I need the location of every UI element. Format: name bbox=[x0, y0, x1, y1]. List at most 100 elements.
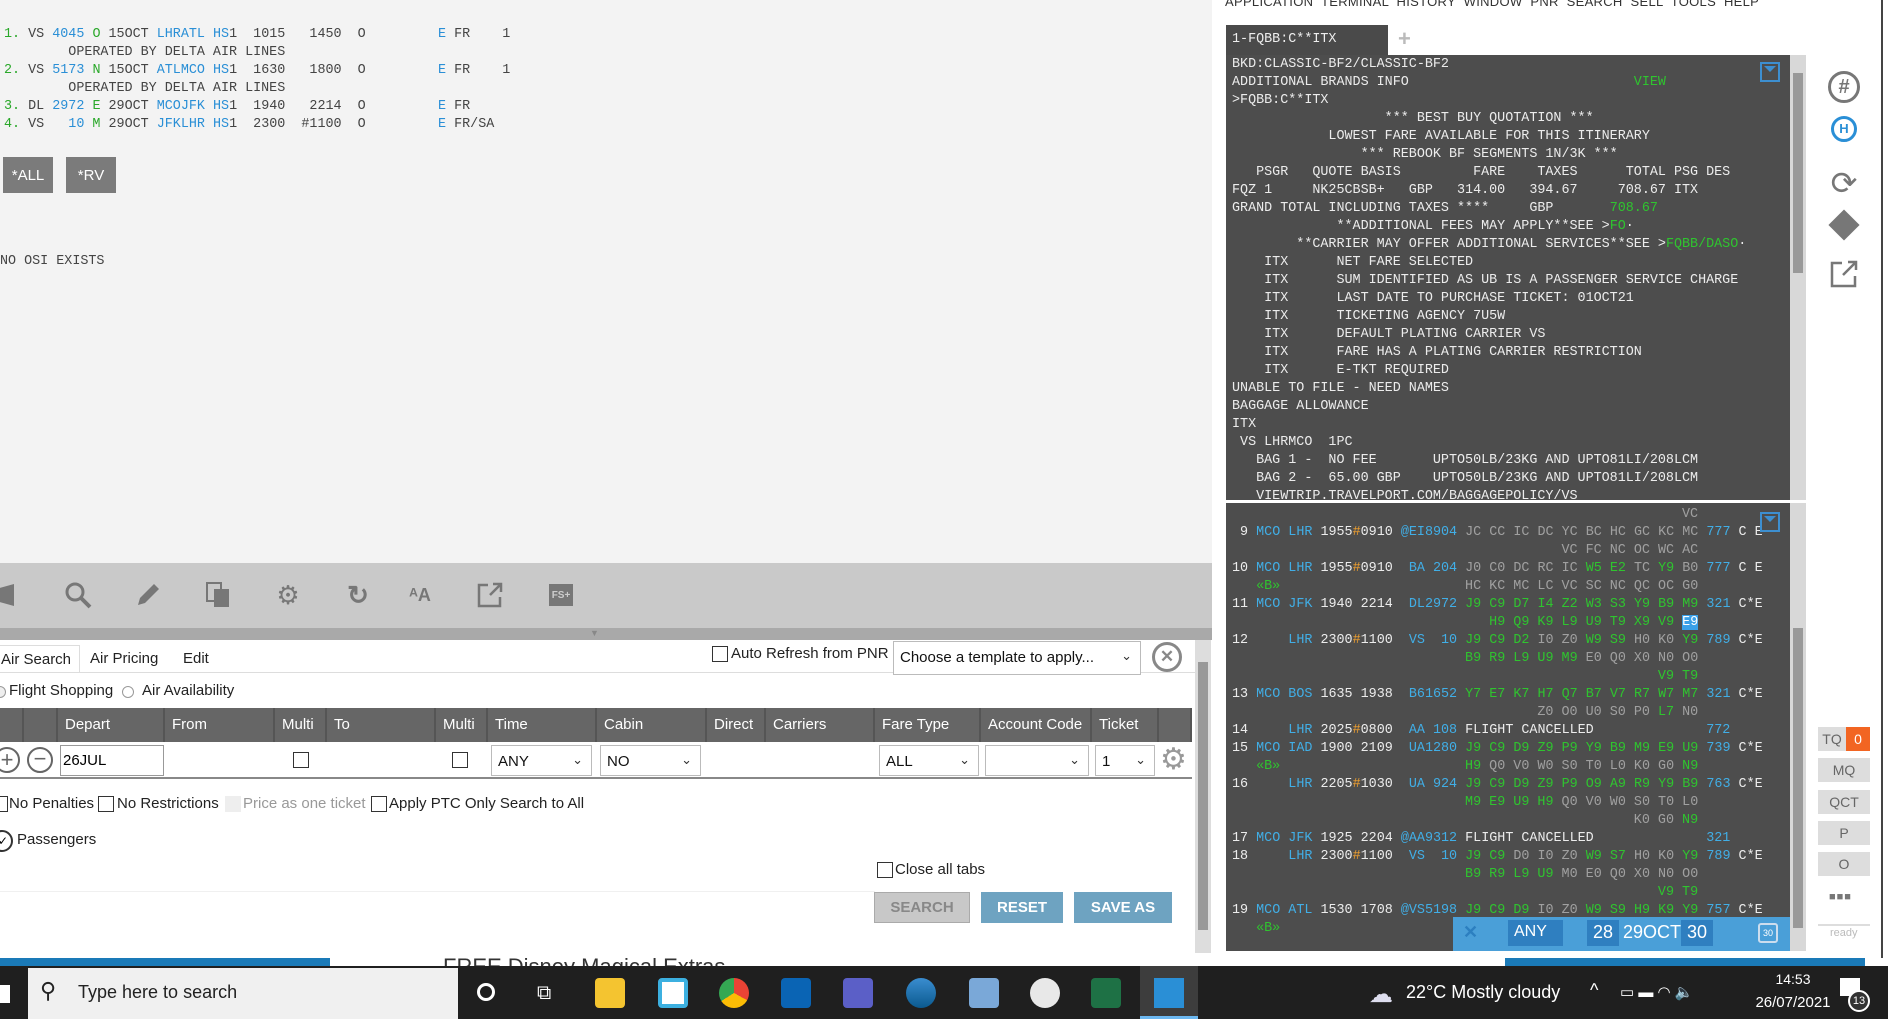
external-link-icon[interactable] bbox=[475, 580, 505, 610]
tab-air-search[interactable]: Air Search bbox=[0, 645, 80, 672]
p-button[interactable]: P bbox=[1818, 821, 1870, 845]
availability-row[interactable]: 14 LHR 2025#0800 AA 108 FLIGHT CANCELLED… bbox=[1232, 722, 1730, 740]
availability-continuation[interactable]: M9 E9 U9 H9 Q0 V0 W0 S0 T0 L0 bbox=[1232, 794, 1698, 812]
weather-text[interactable]: 22°C Mostly cloudy bbox=[1406, 982, 1560, 1003]
file-explorer-icon[interactable] bbox=[595, 978, 625, 1008]
terminal-availability[interactable]: VC 9 MCO LHR 1955#0910 @EI8904 JC CC IC … bbox=[1226, 503, 1790, 951]
from-input[interactable] bbox=[165, 745, 273, 776]
clock-date[interactable]: 26/07/2021 bbox=[1738, 994, 1848, 1011]
chevron-up-icon[interactable]: ^ bbox=[1590, 980, 1598, 1001]
active-app-highlight[interactable] bbox=[1140, 966, 1198, 1019]
availability-row[interactable]: 16 LHR 2205#1030 UA 924 J9 C9 D9 Z9 P9 O… bbox=[1232, 776, 1763, 794]
availability-continuation[interactable]: H9 Q9 K9 L9 U9 T9 X9 V9 E9 bbox=[1232, 614, 1699, 632]
font-size-icon[interactable]: ᴬA bbox=[405, 580, 435, 610]
add-tab-icon[interactable]: + bbox=[1398, 26, 1411, 52]
availability-continuation[interactable]: V9 T9 bbox=[1232, 668, 1698, 686]
menu-bar[interactable]: APPLICATION TERMINAL HISTORY WINDOW PNR … bbox=[1225, 0, 1759, 9]
availability-continuation[interactable]: «B» HC KC MC LC VC SC NC QC OC G0 bbox=[1232, 578, 1698, 596]
no-restrictions-checkbox[interactable] bbox=[98, 796, 114, 812]
external-link-icon[interactable] bbox=[1826, 256, 1862, 292]
availability-row[interactable]: 11 MCO JFK 1940 2214 DL2972 J9 C9 D7 I4 … bbox=[1232, 596, 1763, 614]
travelport-icon[interactable] bbox=[906, 978, 936, 1008]
availability-row[interactable]: 13 MCO BOS 1635 1938 B61652 Y7 E7 K7 H7 … bbox=[1232, 686, 1763, 704]
weather-icon[interactable]: ☁ bbox=[1369, 980, 1393, 1009]
search-icon[interactable] bbox=[63, 580, 93, 610]
close-icon[interactable]: ✕ bbox=[1463, 922, 1478, 943]
carriers-input[interactable] bbox=[766, 745, 874, 776]
close-all-tabs-checkbox[interactable] bbox=[877, 862, 893, 878]
availability-continuation[interactable]: VC FC NC OC WC AC bbox=[1232, 542, 1698, 560]
reset-button[interactable]: RESET bbox=[981, 892, 1063, 923]
prev-date-button[interactable]: 28 bbox=[1587, 920, 1619, 946]
more-icon[interactable]: ■■■ bbox=[1829, 891, 1852, 903]
tab-edit[interactable]: Edit bbox=[183, 645, 209, 672]
copy-icon[interactable] bbox=[203, 580, 233, 610]
outlook-icon[interactable] bbox=[781, 978, 811, 1008]
all-button[interactable]: *ALL bbox=[3, 157, 53, 193]
time-filter-select[interactable]: ANY ⌄ bbox=[1508, 920, 1563, 960]
snipping-icon[interactable] bbox=[1030, 978, 1060, 1008]
ticket-icon[interactable] bbox=[1826, 207, 1862, 243]
next-date-button[interactable]: 30 bbox=[1681, 920, 1713, 946]
row-settings-gear-icon[interactable]: ⚙ bbox=[1160, 744, 1187, 776]
megaphone-icon[interactable] bbox=[0, 580, 22, 610]
passengers-label[interactable]: Passengers bbox=[17, 831, 96, 848]
availability-row[interactable]: 17 MCO JFK 1925 2204 @AA9312 FLIGHT CANC… bbox=[1232, 830, 1730, 848]
tq-button[interactable]: TQ bbox=[1818, 727, 1846, 751]
account-code-select[interactable]: ⌄ bbox=[985, 745, 1089, 776]
fare-shop-icon[interactable]: FS+ bbox=[546, 580, 576, 610]
chrome-icon[interactable] bbox=[719, 978, 749, 1008]
cortana-icon[interactable] bbox=[477, 983, 495, 1001]
teams-icon[interactable] bbox=[843, 978, 873, 1008]
availability-scrollbar[interactable] bbox=[1790, 503, 1806, 951]
availability-continuation[interactable]: B9 R9 L9 U9 M9 E0 Q0 X0 N0 O0 bbox=[1232, 650, 1698, 668]
terminal-tab[interactable]: 1-FQBB:C**ITX bbox=[1226, 25, 1388, 55]
gear-icon[interactable]: ⚙ bbox=[273, 580, 303, 610]
toolbar-collapse-strip[interactable]: ▼ bbox=[0, 628, 1212, 640]
multi-from-checkbox[interactable] bbox=[293, 752, 309, 768]
hash-icon[interactable]: # bbox=[1826, 69, 1862, 105]
fare-type-select[interactable]: ALL ⌄ bbox=[879, 745, 979, 776]
sync-icon[interactable]: ⟳ bbox=[1826, 165, 1862, 201]
form-scrollbar[interactable] bbox=[1195, 640, 1211, 953]
qct-button[interactable]: QCT bbox=[1818, 790, 1870, 814]
remote-desktop-icon[interactable] bbox=[969, 978, 999, 1008]
auto-refresh-checkbox[interactable] bbox=[712, 646, 728, 662]
availability-row[interactable]: 10 MCO LHR 1955#0910 BA 204 J0 C0 DC RC … bbox=[1232, 560, 1763, 578]
terminal-scrollbar[interactable] bbox=[1790, 55, 1806, 500]
availability-continuation[interactable]: VC bbox=[1232, 506, 1698, 524]
ticket-select[interactable]: 1 ⌄ bbox=[1095, 745, 1155, 776]
excel-icon[interactable] bbox=[1091, 978, 1121, 1008]
mq-button[interactable]: MQ bbox=[1818, 758, 1870, 782]
calendar-icon[interactable]: 30 bbox=[1758, 923, 1778, 943]
time-select[interactable]: ANY ⌄ bbox=[491, 745, 592, 776]
availability-row[interactable]: 18 LHR 2300#1100 VS 10 J9 C9 D0 I0 Z0 W9… bbox=[1232, 848, 1763, 866]
cabin-select[interactable]: NO ⌄ bbox=[600, 745, 701, 776]
price-one-ticket-checkbox[interactable] bbox=[225, 796, 241, 812]
apply-ptc-checkbox[interactable] bbox=[371, 796, 387, 812]
to-input[interactable] bbox=[327, 745, 435, 776]
tab-air-pricing[interactable]: Air Pricing bbox=[90, 645, 158, 672]
search-button[interactable]: SEARCH bbox=[874, 892, 970, 923]
availability-continuation[interactable]: Z0 O0 U0 S0 P0 L7 N0 bbox=[1232, 704, 1698, 722]
taskbar-search-box[interactable]: ⚲ Type here to search bbox=[28, 968, 458, 1019]
availability-continuation[interactable]: K0 G0 N9 bbox=[1232, 812, 1698, 830]
rv-button[interactable]: *RV bbox=[66, 157, 116, 193]
template-select[interactable]: Choose a template to apply... ⌄ bbox=[893, 641, 1141, 675]
windows-start-icon[interactable] bbox=[0, 985, 10, 1003]
multi-to-checkbox[interactable] bbox=[452, 752, 468, 768]
availability-row[interactable]: 15 MCO IAD 1900 2109 UA1280 J9 C9 D9 Z9 … bbox=[1232, 740, 1763, 758]
tray-icons[interactable]: ▭ ▬ ◠ 🔈 bbox=[1620, 983, 1693, 1001]
no-penalties-checkbox[interactable] bbox=[0, 796, 8, 812]
app-icon[interactable] bbox=[658, 978, 688, 1008]
save-as-button[interactable]: SAVE AS bbox=[1074, 892, 1172, 923]
expand-icon[interactable] bbox=[1760, 512, 1780, 532]
clock-time[interactable]: 14:53 bbox=[1758, 971, 1828, 987]
availability-row[interactable]: 12 LHR 2300#1100 VS 10 J9 C9 D2 I0 Z0 W9… bbox=[1232, 632, 1763, 650]
close-icon[interactable]: ✕ bbox=[1152, 642, 1182, 672]
availability-continuation[interactable]: B9 R9 L9 U9 M0 E0 Q0 X0 N0 O0 bbox=[1232, 866, 1698, 884]
availability-continuation[interactable]: «B» bbox=[1232, 920, 1465, 938]
air-availability-radio[interactable] bbox=[122, 686, 134, 698]
task-view-icon[interactable]: ⧉ bbox=[537, 982, 551, 1005]
o-button[interactable]: O bbox=[1818, 852, 1870, 876]
